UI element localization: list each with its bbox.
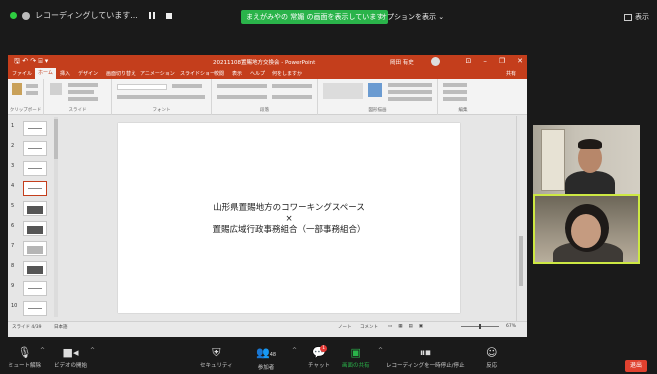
thumbnail-item[interactable]: 7: [11, 240, 57, 260]
recording-label: レコーディングしています...: [35, 11, 138, 20]
status-slide-number: スライド 4/39: [12, 325, 42, 330]
ppt-window-title: 20211108置賜地方交換会 - PowerPoint: [213, 60, 316, 66]
tab-transitions[interactable]: 画面切り替え: [106, 70, 136, 77]
tab-design[interactable]: デザイン: [78, 70, 98, 77]
close-icon: ✕: [517, 57, 523, 65]
status-language[interactable]: 日本語: [54, 324, 68, 330]
view-button[interactable]: 表示: [624, 12, 649, 22]
restore-icon: ❐: [498, 57, 506, 65]
participants-count: 48: [269, 352, 277, 358]
window-controls[interactable]: ⊡ – ❐ ✕: [465, 57, 523, 65]
ribbon-group-editing[interactable]: 編集: [438, 79, 488, 115]
zoom-top-bar: レコーディングしています... まえがみやの 常媚 の画面を表示しています オプ…: [0, 0, 657, 38]
pause-recording-icon[interactable]: [148, 12, 155, 19]
ppt-title-bar: 🖫 ↶ ↷ ⌸ ▾ 20211108置賜地方交換会 - PowerPoint 岡…: [8, 55, 527, 68]
zoom-window: レコーディングしています... まえがみやの 常媚 の画面を表示しています オプ…: [0, 0, 657, 374]
chat-button[interactable]: 💬 1 チャット: [308, 345, 330, 369]
thumbnail-item[interactable]: 3: [11, 160, 57, 180]
slide-title-line-3: 置賜広域行政事務組合（一部事務組合）: [212, 225, 366, 235]
thumbnail-item-selected[interactable]: 4: [11, 180, 57, 200]
slide-title-line-1: 山形県置賜地方のコワーキングスペース: [213, 203, 365, 213]
slide-title-line-2: ×: [285, 214, 293, 224]
shared-powerpoint-window: 🖫 ↶ ↷ ⌸ ▾ 20211108置賜地方交換会 - PowerPoint 岡…: [8, 55, 527, 337]
smile-icon: ☺: [486, 346, 498, 359]
ribbon-tabs: ファイル ホーム 挿入 デザイン 画面切り替え アニメーション スライドショー …: [8, 68, 527, 79]
thumbnail-item[interactable]: 10: [11, 300, 57, 320]
muted-microphone-icon: 🎙: [17, 346, 32, 359]
share-screen-button[interactable]: ▣ 画面の共有: [342, 346, 370, 370]
security-button[interactable]: ⛨ セキュリティ: [200, 346, 233, 370]
start-video-button[interactable]: ■◂ ビデオの開始: [54, 346, 87, 370]
recording-control-button[interactable]: ⏸⏹ レコーディングを一時停止/停止: [386, 346, 464, 370]
unmute-button[interactable]: 🎙 ミュート解除: [8, 346, 41, 370]
tab-file[interactable]: ファイル: [12, 70, 32, 77]
zoom-level[interactable]: 67%: [506, 324, 516, 329]
chat-bubble-icon: 💬 1: [312, 345, 328, 359]
slide-canvas: 山形県置賜地方のコワーキングスペース × 置賜広域行政事務組合（一部事務組合）: [60, 116, 515, 321]
ribbon-group-slides[interactable]: スライド: [44, 79, 112, 115]
participant-video-2-active-speaker[interactable]: [533, 194, 640, 264]
reactions-button[interactable]: ☺ 反応: [486, 346, 498, 370]
avatar[interactable]: [431, 57, 440, 66]
pause-stop-icon: ⏸⏹: [419, 346, 431, 359]
ribbon: クリップボード スライド フォント 段落 図形描画 編集: [8, 79, 527, 115]
tab-insert[interactable]: 挿入: [60, 70, 70, 77]
thumbnail-item[interactable]: 5: [11, 200, 57, 220]
recording-icon: [22, 11, 30, 20]
share-options-caret[interactable]: ^: [378, 347, 383, 354]
people-icon: 👥48: [256, 346, 277, 359]
ribbon-group-paragraph[interactable]: 段落: [212, 79, 318, 115]
zoom-toolbar: 🎙 ミュート解除 ^ ■◂ ビデオの開始 ^ ⛨ セキュリティ 👥48 参加者 …: [0, 345, 657, 374]
tab-view[interactable]: 表示: [232, 70, 242, 77]
ppt-status-bar: スライド 4/39 日本語 ノート コメント ▭▦▤▣ 67%: [8, 321, 527, 330]
thumbnail-item[interactable]: 1: [11, 120, 57, 140]
thumbnail-item[interactable]: 8: [11, 260, 57, 280]
thumbnail-scrollbar[interactable]: [54, 117, 58, 317]
ribbon-group-clipboard[interactable]: クリップボード: [8, 79, 44, 115]
chat-unread-badge: 1: [320, 345, 328, 352]
stop-recording-icon[interactable]: [165, 12, 172, 19]
slide-thumbnail-pane: 1 2 3 4 5 6 7 8 9 10: [8, 116, 60, 321]
thumbnail-item[interactable]: 9: [11, 280, 57, 300]
zoom-slider[interactable]: [461, 324, 499, 329]
view-mode-icons[interactable]: ▭▦▤▣: [388, 324, 429, 329]
leave-meeting-button[interactable]: 退出: [625, 360, 647, 372]
grid-icon: [624, 13, 632, 21]
audio-options-caret[interactable]: ^: [40, 347, 45, 354]
ribbon-group-drawing[interactable]: 図形描画: [318, 79, 438, 115]
shield-icon: [10, 12, 17, 19]
tab-animations[interactable]: アニメーション: [140, 70, 175, 77]
account-name: 岡田 有史: [390, 60, 414, 66]
video-options-caret[interactable]: ^: [90, 347, 95, 354]
current-slide[interactable]: 山形県置賜地方のコワーキングスペース × 置賜広域行政事務組合（一部事務組合）: [118, 123, 460, 313]
thumbnail-item[interactable]: 6: [11, 220, 57, 240]
tell-me-search[interactable]: 何をしますか: [272, 70, 302, 77]
slide-title: 山形県置賜地方のコワーキングスペース × 置賜広域行政事務組合（一部事務組合）: [118, 203, 460, 236]
share-button[interactable]: 共有: [506, 70, 516, 77]
recording-indicator: レコーディングしています...: [10, 10, 172, 21]
tab-review[interactable]: 校閲: [214, 70, 224, 77]
participants-button[interactable]: 👥48 参加者: [256, 346, 277, 372]
tab-slideshow[interactable]: スライドショー: [180, 70, 215, 77]
participants-options-caret[interactable]: ^: [292, 347, 297, 354]
notes-button[interactable]: ノート: [338, 324, 352, 330]
view-options-button[interactable]: オプションを表示 ⌄: [376, 10, 448, 24]
minimize-icon: –: [483, 57, 487, 65]
slide-scrollbar[interactable]: [516, 116, 525, 321]
tab-help[interactable]: ヘルプ: [250, 70, 265, 77]
shield-icon: ⛨: [212, 346, 221, 359]
quick-access-toolbar[interactable]: 🖫 ↶ ↷ ⌸ ▾: [14, 57, 48, 68]
tab-home[interactable]: ホーム: [35, 68, 56, 79]
background-door: [541, 129, 565, 191]
ribbon-group-font[interactable]: フォント: [112, 79, 212, 115]
comments-button[interactable]: コメント: [360, 324, 378, 330]
screen-share-banner: まえがみやの 常媚 の画面を表示しています: [241, 10, 389, 24]
ribbon-display-icon: ⊡: [465, 57, 472, 65]
participant-video-1[interactable]: [533, 125, 640, 195]
thumbnail-item[interactable]: 2: [11, 140, 57, 160]
share-screen-icon: ▣: [350, 346, 361, 359]
video-camera-icon: ■◂: [62, 346, 79, 359]
